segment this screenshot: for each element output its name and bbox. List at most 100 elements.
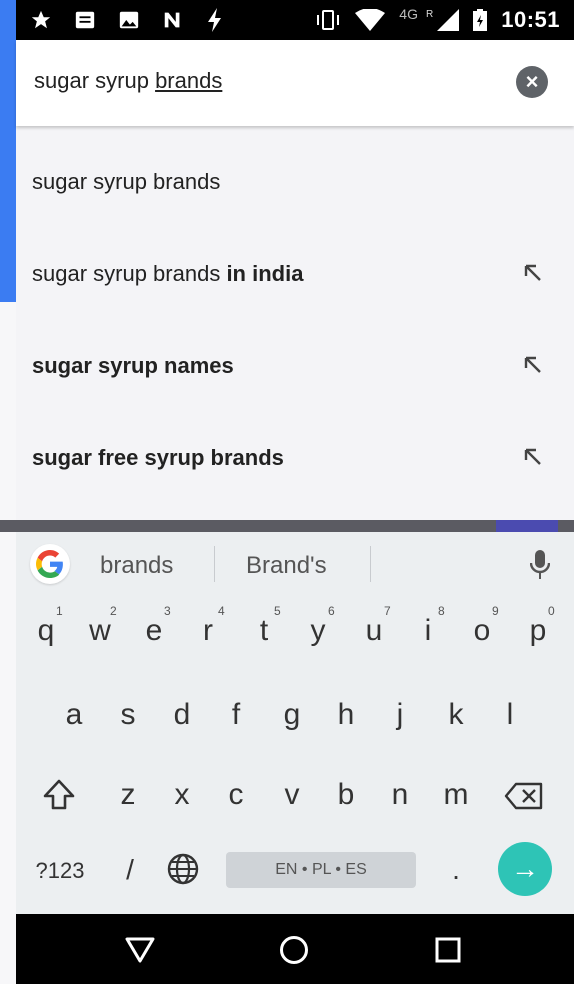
key-i[interactable]: 8i xyxy=(408,604,448,648)
enter-key[interactable]: → xyxy=(498,842,552,896)
slash-key[interactable]: / xyxy=(110,854,150,886)
search-bar[interactable]: sugar syrup brands × xyxy=(16,40,574,126)
suggestion-item[interactable]: sugar syrup brands xyxy=(16,136,574,228)
key-e[interactable]: 3e xyxy=(134,604,174,648)
key-number-hint: 3 xyxy=(164,604,171,618)
key-a[interactable]: a xyxy=(54,698,94,732)
close-icon: × xyxy=(525,69,539,94)
shift-icon[interactable] xyxy=(42,778,76,812)
key-number-hint: 6 xyxy=(328,604,335,618)
key-s[interactable]: s xyxy=(108,698,148,732)
key-label: t xyxy=(259,614,269,647)
search-query-prefix: sugar syrup xyxy=(34,68,156,93)
suggestion-completion: sugar free syrup brands xyxy=(32,445,284,470)
key-o[interactable]: 9o xyxy=(462,604,502,648)
fill-query-arrow-icon[interactable] xyxy=(522,446,544,468)
home-icon[interactable] xyxy=(278,934,310,966)
key-label: w xyxy=(89,614,111,647)
word-suggestion[interactable]: Brand's xyxy=(246,552,327,580)
search-input[interactable]: sugar syrup brands xyxy=(34,68,222,94)
key-y[interactable]: 6y xyxy=(298,604,338,648)
key-label: i xyxy=(424,614,432,647)
key-q[interactable]: 1q xyxy=(26,604,66,648)
key-z[interactable]: z xyxy=(108,778,148,812)
backspace-icon[interactable] xyxy=(504,782,544,810)
message-icon xyxy=(75,11,95,29)
key-number-hint: 7 xyxy=(384,604,391,618)
navigation-bar xyxy=(16,914,574,984)
key-number-hint: 2 xyxy=(110,604,117,618)
clear-search-button[interactable]: × xyxy=(516,66,548,98)
key-x[interactable]: x xyxy=(162,778,202,812)
key-p[interactable]: 0p xyxy=(518,604,558,648)
globe-icon[interactable] xyxy=(166,852,200,886)
key-m[interactable]: m xyxy=(436,778,476,812)
key-label: y xyxy=(310,614,326,647)
key-number-hint: 8 xyxy=(438,604,445,618)
key-l[interactable]: l xyxy=(490,698,530,732)
page-background-button xyxy=(496,518,558,532)
keyboard: brands Brand's 1q 2w 3e 4r 5t 6y 7u 8i 9… xyxy=(16,532,574,914)
key-number-hint: 5 xyxy=(274,604,281,618)
google-logo-icon[interactable] xyxy=(30,544,70,584)
back-icon[interactable] xyxy=(124,936,156,964)
key-label: r xyxy=(203,614,213,647)
image-icon xyxy=(119,11,139,29)
roaming-indicator: R xyxy=(425,8,434,20)
key-b[interactable]: b xyxy=(326,778,366,812)
key-g[interactable]: g xyxy=(272,698,312,732)
bolt-icon xyxy=(208,8,221,32)
suggestion-item[interactable]: sugar free syrup brands xyxy=(16,412,574,504)
search-query-composing: brands xyxy=(155,68,223,93)
n-icon xyxy=(164,12,180,28)
space-key[interactable]: EN • PL • ES xyxy=(226,852,416,888)
keyboard-suggestion-strip: brands Brand's xyxy=(16,532,574,598)
key-u[interactable]: 7u xyxy=(354,604,394,648)
clock: 10:51 xyxy=(501,7,560,32)
key-label: o xyxy=(473,614,491,647)
key-k[interactable]: k xyxy=(436,698,476,732)
suggestion-item[interactable]: sugar syrup names xyxy=(16,320,574,412)
signal-icon xyxy=(437,9,460,31)
fill-query-arrow-icon[interactable] xyxy=(522,354,544,376)
word-suggestion[interactable]: brands xyxy=(100,552,173,580)
arrow-right-icon: → xyxy=(511,853,539,884)
key-t[interactable]: 5t xyxy=(244,604,284,648)
key-f[interactable]: f xyxy=(216,698,256,732)
suggestion-completion: sugar syrup names xyxy=(32,353,234,378)
suggestion-completion: in india xyxy=(226,261,304,286)
suggestion-list: sugar syrup brands sugar syrup brands in… xyxy=(16,126,574,520)
key-d[interactable]: d xyxy=(162,698,202,732)
key-number-hint: 1 xyxy=(56,604,63,618)
status-bar: 4G R 10:51 xyxy=(16,0,574,40)
period-key[interactable]: . xyxy=(436,854,476,886)
key-label: q xyxy=(37,614,55,647)
key-number-hint: 9 xyxy=(492,604,499,618)
key-v[interactable]: v xyxy=(272,778,312,812)
battery-icon xyxy=(473,9,488,31)
key-label: e xyxy=(145,614,163,647)
suggestion-divider xyxy=(370,546,371,582)
fill-query-arrow-icon[interactable] xyxy=(522,262,544,284)
network-type: 4G xyxy=(399,6,418,22)
star-icon xyxy=(31,10,51,29)
key-c[interactable]: c xyxy=(216,778,256,812)
recents-icon[interactable] xyxy=(434,936,462,964)
suggestion-item[interactable]: sugar syrup brands in india xyxy=(16,228,574,320)
key-w[interactable]: 2w xyxy=(80,604,120,648)
suggestion-divider xyxy=(214,546,215,582)
key-j[interactable]: j xyxy=(380,698,420,732)
key-h[interactable]: h xyxy=(326,698,366,732)
key-number-hint: 4 xyxy=(218,604,225,618)
suggestion-text: sugar syrup brands xyxy=(32,261,227,286)
key-number-hint: 0 xyxy=(548,604,555,618)
suggestion-text: sugar syrup brands xyxy=(32,169,221,194)
microphone-icon[interactable] xyxy=(530,550,550,580)
key-label: u xyxy=(365,614,383,647)
wifi-icon xyxy=(355,9,386,31)
symbols-key[interactable]: ?123 xyxy=(30,858,90,884)
page-background-strip xyxy=(0,520,574,532)
key-r[interactable]: 4r xyxy=(188,604,228,648)
key-label: p xyxy=(529,614,547,647)
key-n[interactable]: n xyxy=(380,778,420,812)
